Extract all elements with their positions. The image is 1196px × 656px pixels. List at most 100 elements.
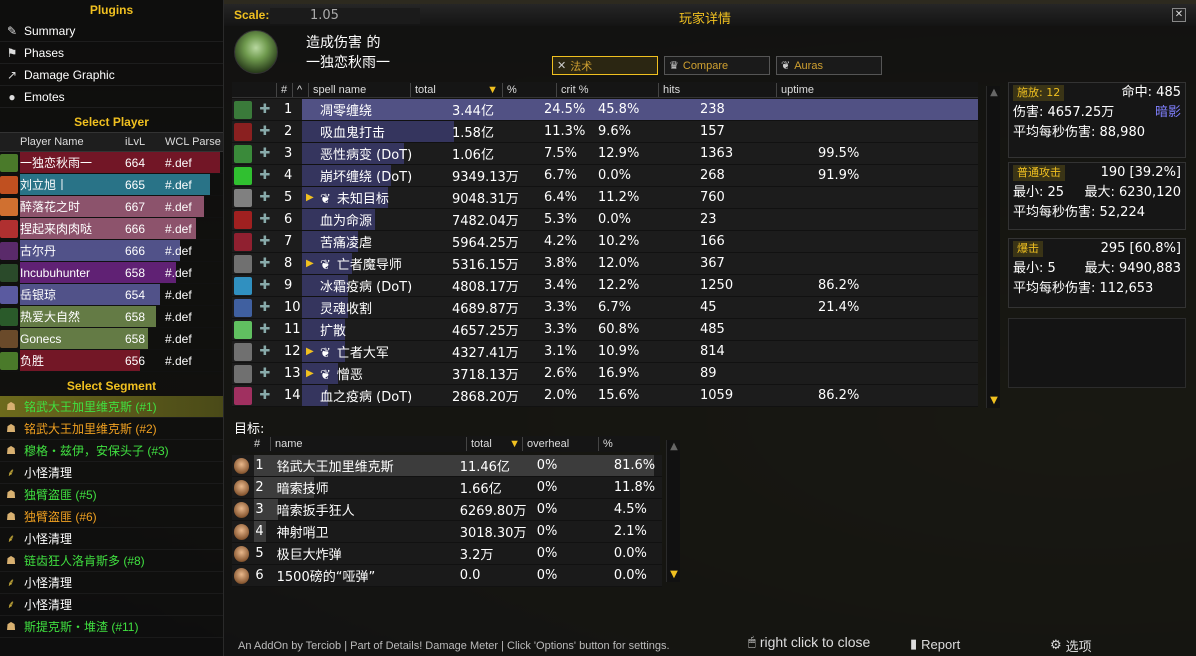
expand-icon[interactable]: ✚ bbox=[256, 190, 274, 205]
expand-arrow-icon[interactable]: ▶ bbox=[306, 368, 320, 379]
spell-hits: 1250 bbox=[700, 278, 734, 293]
plugin-item[interactable]: ✎ Summary bbox=[0, 20, 223, 42]
segment-item[interactable]: ☗ 独臂盗匪 (#5) bbox=[0, 484, 223, 506]
report-button[interactable]: ▮ Report bbox=[910, 636, 960, 652]
spell-row[interactable]: ✚ 10 灵魂收割 4689.87万 3.3% 6.7% 45 21.4% bbox=[232, 297, 978, 319]
spell-row[interactable]: ✚ 4 崩坏缠绕 (DoT) 9349.13万 6.7% 0.0% 268 91.9% bbox=[232, 165, 978, 187]
player-row[interactable]: 岳银琼 654 #.def bbox=[0, 284, 223, 306]
expand-icon[interactable]: ✚ bbox=[256, 388, 274, 403]
col-total[interactable]: total ▼ bbox=[410, 82, 502, 97]
col-target-percent[interactable]: % bbox=[598, 437, 648, 451]
expand-icon[interactable]: ✚ bbox=[256, 146, 274, 161]
spell-row[interactable]: ✚ 2 吸血鬼打击 1.58亿 11.3% 9.6% 157 bbox=[232, 121, 978, 143]
col-crit[interactable]: crit % bbox=[556, 82, 658, 97]
expand-icon[interactable]: ✚ bbox=[256, 234, 274, 249]
spell-name-text: 恶性病变 (DoT) bbox=[320, 148, 413, 163]
expand-icon[interactable]: ✚ bbox=[256, 124, 274, 139]
expand-icon[interactable]: ✚ bbox=[256, 102, 274, 117]
scroll-up-icon[interactable]: ▲ bbox=[668, 442, 680, 452]
col-target-index[interactable]: # bbox=[250, 437, 270, 451]
player-ilvl: 664 bbox=[125, 155, 146, 170]
segment-item[interactable]: ☗ 独臂盗匪 (#6) bbox=[0, 506, 223, 528]
col-percent[interactable]: % bbox=[502, 82, 556, 97]
tab-spells[interactable]: ✕ 法术 bbox=[552, 56, 658, 75]
player-row[interactable]: 热爱大自然 658 #.def bbox=[0, 306, 223, 328]
plugin-item[interactable]: ● Emotes bbox=[0, 86, 223, 108]
spell-row[interactable]: ✚ 11 扩散 4657.25万 3.3% 60.8% 485 bbox=[232, 319, 978, 341]
col-overheal[interactable]: overheal bbox=[522, 437, 598, 451]
expand-arrow-icon[interactable]: ▶ bbox=[306, 258, 320, 269]
segment-item[interactable]: ☗ 链齿狂人洛肯斯多 (#8) bbox=[0, 550, 223, 572]
plugin-item[interactable]: ⚑ Phases bbox=[0, 42, 223, 64]
header-player-name: 一独恋秋雨一 bbox=[306, 55, 390, 71]
expand-arrow-icon[interactable]: ▶ bbox=[306, 192, 320, 203]
spell-row[interactable]: ✚ 13 ▶ ❦ 憎恶 3718.13万 2.6% 16.9% 89 bbox=[232, 363, 978, 385]
target-row[interactable]: 6 1500磅的“哑弹” 0.0 0% 0.0% bbox=[232, 565, 662, 587]
player-row[interactable]: Incubuhunter 658 #.def bbox=[0, 262, 223, 284]
tab-compare[interactable]: ♛ Compare bbox=[664, 56, 770, 75]
spell-row[interactable]: ✚ 1 凋零缠绕 3.44亿 24.5% 45.8% 238 bbox=[232, 99, 978, 121]
segment-item[interactable]: ☗ 铭武大王加里维克斯 (#1) bbox=[0, 396, 223, 418]
segment-item[interactable]: ⸙ 小怪清理 bbox=[0, 462, 223, 484]
target-scrollbar[interactable]: ▲ ▼ bbox=[666, 440, 680, 582]
tab-auras[interactable]: ❦ Auras bbox=[776, 56, 882, 75]
col-ilvl[interactable]: iLvL bbox=[125, 136, 161, 148]
spell-scrollbar[interactable]: ▲ ▼ bbox=[986, 86, 1000, 408]
col-index[interactable]: # bbox=[276, 82, 292, 97]
spell-row[interactable]: ✚ 12 ▶ ❦ 亡者大军 4327.41万 3.1% 10.9% 814 bbox=[232, 341, 978, 363]
expand-icon[interactable]: ✚ bbox=[256, 168, 274, 183]
scroll-up-icon[interactable]: ▲ bbox=[988, 88, 1000, 98]
segment-item[interactable]: ⸙ 小怪清理 bbox=[0, 572, 223, 594]
options-button[interactable]: ⚙ 选项 bbox=[1050, 636, 1092, 655]
spell-row[interactable]: ✚ 8 ▶ ❦ 亡者魔导师 5316.15万 3.8% 12.0% 367 bbox=[232, 253, 978, 275]
segment-item[interactable]: ⸙ 小怪清理 bbox=[0, 594, 223, 616]
player-row[interactable]: 负胜 656 #.def bbox=[0, 350, 223, 372]
spell-row[interactable]: ✚ 6 血为命源 7482.04万 5.3% 0.0% 23 bbox=[232, 209, 978, 231]
spell-row[interactable]: ✚ 5 ▶ ❦ 未知目标 9048.31万 6.4% 11.2% 760 bbox=[232, 187, 978, 209]
scale-slider[interactable]: 1.05 bbox=[270, 8, 420, 24]
window-titlebar[interactable]: Scale: 1.05 玩家详情 ✕ bbox=[224, 4, 1196, 26]
expand-icon[interactable]: ✚ bbox=[256, 322, 274, 337]
segment-item[interactable]: ☗ 铭武大王加里维克斯 (#2) bbox=[0, 418, 223, 440]
col-spell-name[interactable]: spell name bbox=[308, 82, 410, 97]
spell-row[interactable]: ✚ 7 苦痛凌虐 5964.25万 4.2% 10.2% 166 bbox=[232, 231, 978, 253]
col-target-name[interactable]: name bbox=[270, 437, 466, 451]
spell-row[interactable]: ✚ 9 冰霜疫病 (DoT) 4808.17万 3.4% 12.2% 1250 86.2% bbox=[232, 275, 978, 297]
spell-row[interactable]: ✚ 14 血之疫病 (DoT) 2868.20万 2.0% 15.6% 1059 86.2% bbox=[232, 385, 978, 407]
target-row[interactable]: 2 暗索技师 1.66亿 0% 11.8% bbox=[232, 477, 662, 499]
expand-arrow-icon[interactable]: ▶ bbox=[306, 346, 320, 357]
target-row[interactable]: 1 铭武大王加里维克斯 11.46亿 0% 81.6% bbox=[232, 455, 662, 477]
segment-item[interactable]: ☗ 穆格・兹伊，安保头子 (#3) bbox=[0, 440, 223, 462]
expand-icon[interactable]: ✚ bbox=[256, 278, 274, 293]
player-row[interactable]: Gonecs 658 #.def bbox=[0, 328, 223, 350]
scroll-down-icon[interactable]: ▼ bbox=[668, 570, 680, 580]
target-row[interactable]: 4 神射哨卫 3018.30万 0% 2.1% bbox=[232, 521, 662, 543]
segment-item[interactable]: ☗ 斯提克斯・堆渣 (#11) bbox=[0, 616, 223, 638]
plugin-label: Emotes bbox=[24, 89, 65, 104]
player-row[interactable]: 捏起来肉肉哒 666 #.def bbox=[0, 218, 223, 240]
expand-icon[interactable]: ✚ bbox=[256, 366, 274, 381]
expand-icon[interactable]: ✚ bbox=[256, 256, 274, 271]
spell-row[interactable]: ✚ 3 恶性病变 (DoT) 1.06亿 7.5% 12.9% 1363 99.5% bbox=[232, 143, 978, 165]
spell-name: 恶性病变 (DoT) bbox=[320, 144, 452, 163]
target-row[interactable]: 3 暗索扳手狂人 6269.80万 0% 4.5% bbox=[232, 499, 662, 521]
plugin-item[interactable]: ↗ Damage Graphic bbox=[0, 64, 223, 86]
target-row[interactable]: 5 极巨大炸弹 3.2万 0% 0.0% bbox=[232, 543, 662, 565]
close-button[interactable]: ✕ bbox=[1172, 8, 1186, 22]
col-hits[interactable]: hits bbox=[658, 82, 776, 97]
col-wcl-parse[interactable]: WCL Parse bbox=[161, 136, 221, 148]
target-total: 11.46亿 bbox=[459, 460, 510, 475]
expand-icon[interactable]: ✚ bbox=[256, 212, 274, 227]
col-uptime[interactable]: uptime bbox=[776, 82, 936, 97]
col-player-name[interactable]: Player Name bbox=[20, 136, 125, 148]
expand-icon[interactable]: ✚ bbox=[256, 300, 274, 315]
expand-icon[interactable]: ✚ bbox=[256, 344, 274, 359]
player-row[interactable]: 醉落花之时 667 #.def bbox=[0, 196, 223, 218]
col-sort[interactable]: ^ bbox=[292, 82, 308, 97]
player-row[interactable]: 古尔丹 666 #.def bbox=[0, 240, 223, 262]
segment-item[interactable]: ⸙ 小怪清理 bbox=[0, 528, 223, 550]
col-target-total[interactable]: total ▼ bbox=[466, 437, 522, 451]
scroll-down-icon[interactable]: ▼ bbox=[988, 396, 1000, 406]
player-row[interactable]: 一独恋秋雨一 664 #.def bbox=[0, 152, 223, 174]
player-row[interactable]: 刘立旭丨 665 #.def bbox=[0, 174, 223, 196]
